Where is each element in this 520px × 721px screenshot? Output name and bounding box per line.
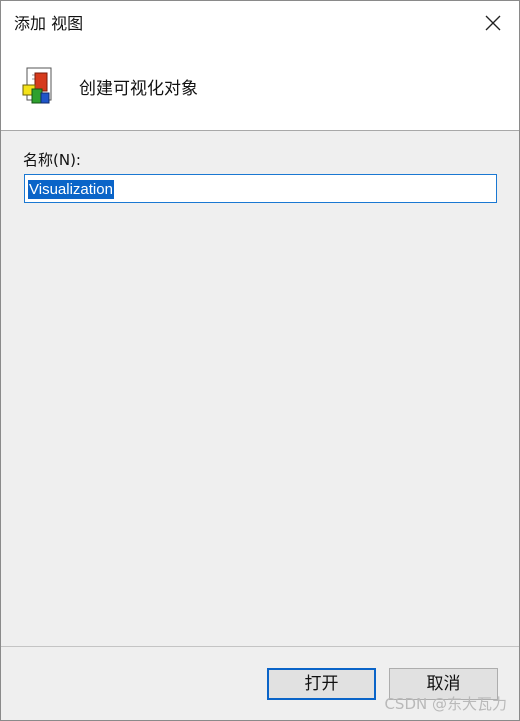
title-bar[interactable]: 添加 视图	[1, 1, 519, 47]
dialog-title: 添加 视图	[14, 14, 84, 33]
name-label: 名称(N):	[23, 151, 81, 169]
name-input[interactable]: Visualization	[24, 174, 497, 203]
button-bar: 打开 取消 CSDN @东大瓦力	[1, 647, 519, 720]
header-description: 创建可视化对象	[79, 79, 198, 99]
name-input-selected-text: Visualization	[28, 180, 114, 199]
visualization-object-icon	[22, 67, 52, 104]
close-icon	[485, 15, 501, 31]
form-panel: 名称(N): Visualization	[1, 131, 519, 646]
add-view-dialog: 添加 视图 创建可视化对象 名称(N): Visualization 打开 取消…	[0, 0, 520, 721]
dialog-header: 创建可视化对象	[1, 47, 519, 130]
close-button[interactable]	[475, 5, 511, 41]
watermark-text: CSDN @东大瓦力	[384, 695, 507, 713]
open-button[interactable]: 打开	[267, 668, 376, 700]
